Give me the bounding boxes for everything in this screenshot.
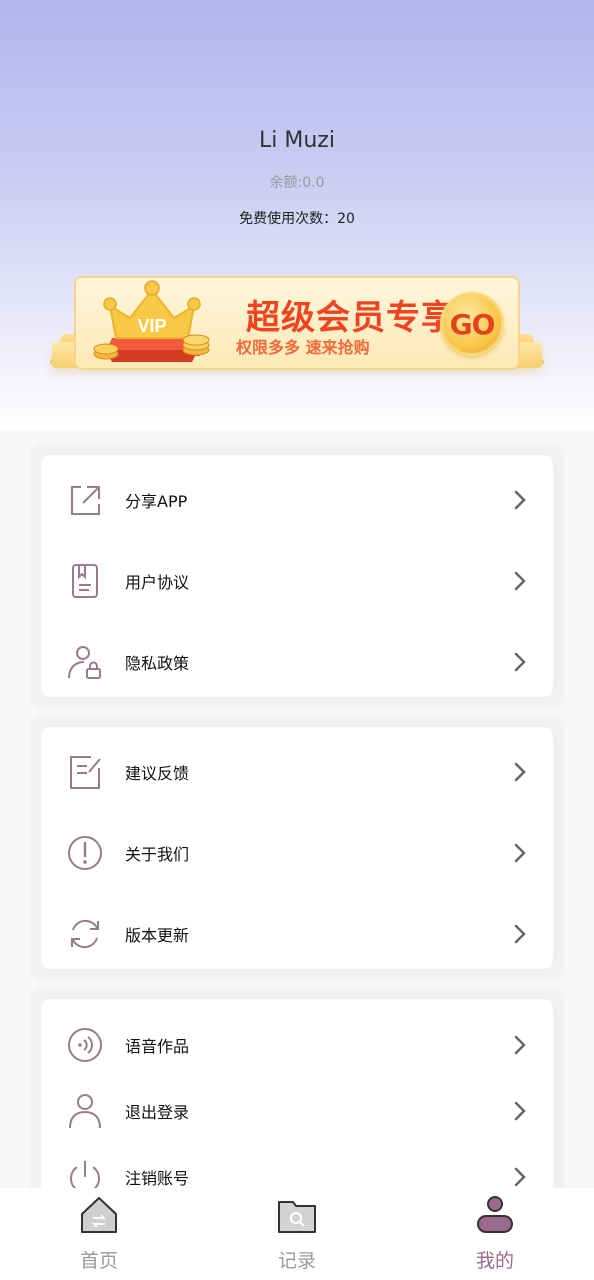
- menu-label: 建议反馈: [125, 764, 190, 783]
- menu-label: 注销账号: [125, 1169, 190, 1188]
- menu-group-3: 语音作品 退出登录 注销账号: [30, 988, 564, 1219]
- refresh-icon: [71, 919, 99, 949]
- chevron-right-icon: [514, 652, 526, 672]
- profile-icon: [477, 1196, 513, 1233]
- vip-promo-banner[interactable]: VIP 超级会员专享 权限多多 速来抢购 GO: [49, 272, 545, 400]
- menu-item-share-app[interactable]: 分享APP: [41, 465, 553, 535]
- nav-records[interactable]: 记录: [237, 1194, 357, 1274]
- chevron-right-icon: [514, 1101, 526, 1121]
- chevron-right-icon: [514, 843, 526, 863]
- menu-item-privacy-policy[interactable]: 隐私政策: [41, 627, 553, 697]
- user-lock-icon: [68, 646, 101, 679]
- share-icon: [71, 486, 100, 515]
- menu-label: 版本更新: [125, 926, 190, 945]
- menu-item-logout[interactable]: 退出登录: [41, 1076, 553, 1146]
- document-bookmark-icon: [72, 564, 98, 598]
- nav-home[interactable]: 首页: [39, 1194, 159, 1274]
- username: Li Muzi: [259, 128, 335, 153]
- folder-search-icon: [278, 1201, 316, 1233]
- chevron-right-icon: [514, 490, 526, 510]
- menu-label: 语音作品: [125, 1037, 190, 1056]
- menu-group-1: 分享APP 用户协议 隐私政策: [30, 444, 564, 708]
- vip-subtitle: 权限多多 速来抢购: [236, 338, 370, 357]
- vip-crown-icon: VIP: [93, 280, 210, 362]
- menu-item-user-agreement[interactable]: 用户协议: [41, 546, 553, 616]
- crown-vip-text: VIP: [137, 316, 166, 336]
- menu-label: 关于我们: [125, 845, 190, 864]
- menu-group-2: 建议反馈 关于我们 版本更新: [30, 716, 564, 980]
- audio-wave-icon: [68, 1028, 102, 1062]
- nav-label: 记录: [277, 1250, 316, 1272]
- chevron-right-icon: [514, 762, 526, 782]
- menu-label: 分享APP: [125, 492, 188, 511]
- nav-label: 首页: [79, 1250, 118, 1272]
- balance-text: 余额:0.0: [269, 175, 325, 191]
- chevron-right-icon: [514, 1035, 526, 1055]
- edit-note-icon: [70, 756, 101, 789]
- nav-mine[interactable]: 我的: [435, 1194, 555, 1274]
- exclamation-circle-icon: [68, 836, 102, 870]
- chevron-right-icon: [514, 1167, 526, 1187]
- user-icon: [69, 1094, 101, 1129]
- menu-item-voice-works[interactable]: 语音作品: [41, 1010, 553, 1080]
- menu-item-about-us[interactable]: 关于我们: [41, 818, 553, 888]
- chevron-right-icon: [514, 924, 526, 944]
- menu-item-version-update[interactable]: 版本更新: [41, 899, 553, 969]
- menu-item-feedback[interactable]: 建议反馈: [41, 737, 553, 807]
- free-uses-text: 免费使用次数：20: [239, 211, 355, 227]
- menu-label: 隐私政策: [125, 654, 190, 673]
- profile-header: Li Muzi 余额:0.0 免费使用次数：20 VIP 超级会员专享 权限多多…: [0, 0, 594, 430]
- vip-go-button[interactable]: GO: [440, 292, 504, 356]
- menu-label: 用户协议: [125, 573, 190, 592]
- chevron-right-icon: [514, 571, 526, 591]
- bottom-nav: 首页 记录 我的: [0, 1188, 594, 1280]
- vip-title: 超级会员专享: [246, 298, 456, 338]
- nav-label: 我的: [475, 1250, 514, 1272]
- home-icon: [81, 1197, 117, 1233]
- menu-label: 退出登录: [125, 1103, 190, 1122]
